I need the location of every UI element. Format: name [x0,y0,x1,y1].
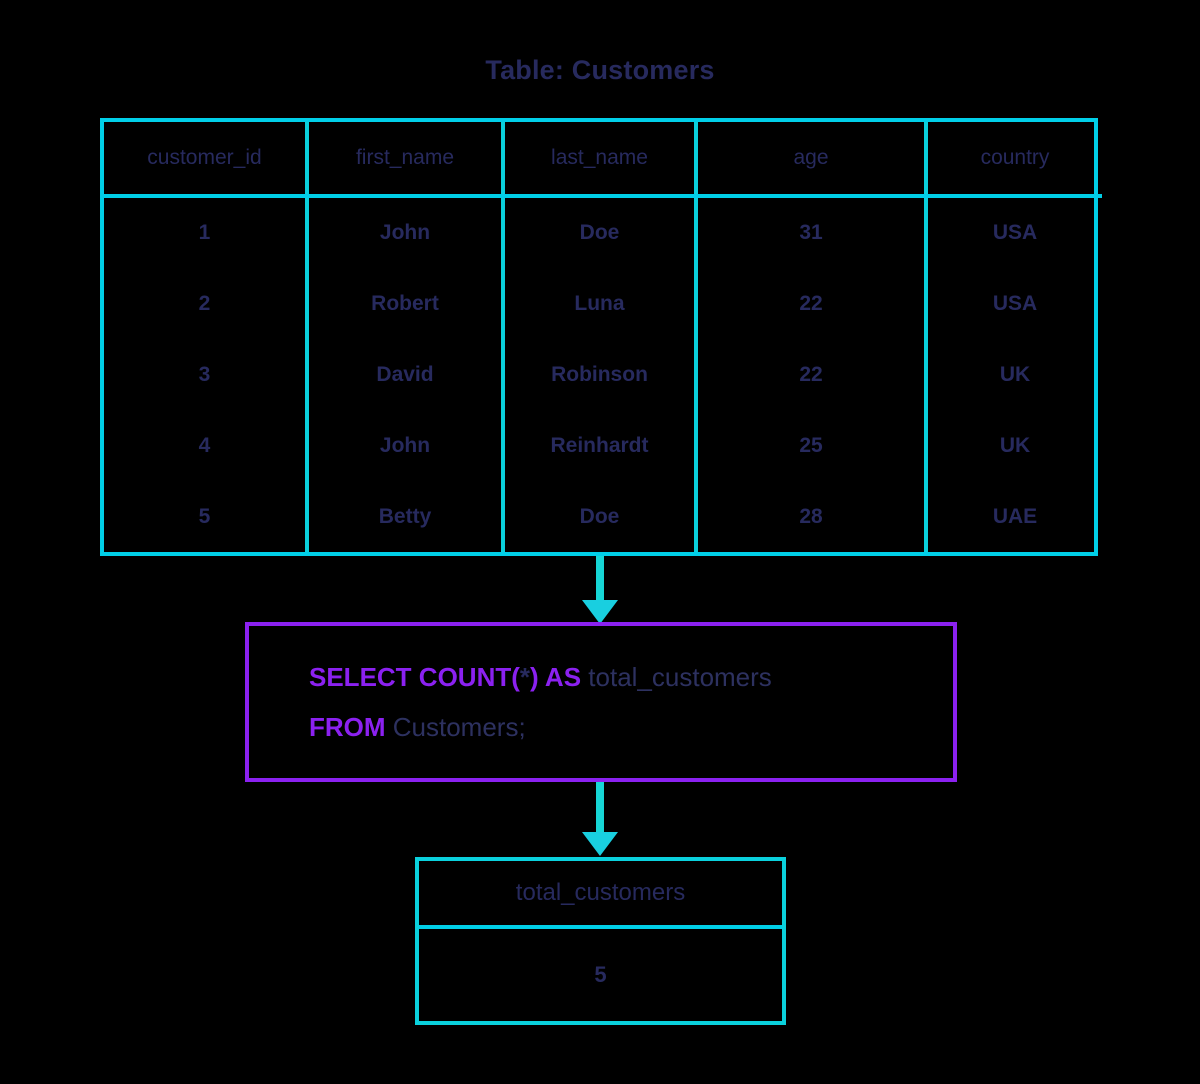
cell-last-name: Reinhardt [503,410,698,482]
column-header-last-name: last_name [503,122,698,198]
table-row: 2 Robert Luna 22 USA [104,268,1102,340]
page-title: Table: Customers [485,55,715,85]
cell-first-name: John [307,410,505,482]
query-result-table: total_customers 5 [419,861,782,1021]
cell-age: 25 [696,410,928,482]
cell-customer-id: 4 [104,410,309,482]
column-header-age: age [696,122,928,198]
result-table: total_customers 5 [415,857,786,1025]
sql-line-2: FROM Customers; [309,702,953,752]
column-header-first-name: first_name [307,122,505,198]
cell-last-name: Doe [503,196,698,269]
cell-country: USA [992,221,1038,245]
cell-customer-id: 5 [104,481,309,552]
result-header-row: total_customers [419,861,782,929]
sql-table-customers: Customers; [392,712,526,742]
table-row: 5 Betty Doe 28 UAE [104,481,1102,552]
customers-table: customer_id first_name last_name age cou… [104,122,1102,552]
sql-keyword-as: ) AS [530,662,589,692]
source-table: customer_id first_name last_name age cou… [100,118,1102,556]
cell-first-name: Betty [307,481,505,552]
sql-keyword-select-count: SELECT COUNT( [309,662,520,692]
table-header-row: customer_id first_name last_name age cou… [104,122,1102,198]
cell-last-name: Robinson [503,339,698,411]
cell-age: 31 [696,196,928,269]
cell-customer-id: 3 [104,339,309,411]
cell-first-name: David [307,339,505,411]
result-cell-total-customers: 5 [594,962,607,987]
table-row: 4 John Reinhardt 25 UK [104,410,1102,482]
table-row: 3 David Robinson 22 UK [104,339,1102,411]
sql-keyword-from: FROM [309,712,393,742]
arrow-shaft [596,556,604,602]
arrow-down-icon [580,782,620,857]
arrow-head [582,600,618,624]
cell-country: UK [999,363,1031,386]
arrow-shaft [596,782,604,834]
cell-last-name: Luna [503,268,698,340]
cell-first-name: John [307,196,505,269]
cell-age: 28 [696,481,928,552]
arrow-down-icon [580,556,620,624]
cell-customer-id: 1 [104,196,309,269]
cell-country: USA [992,292,1038,316]
column-header-country: country [926,122,1102,198]
result-column-header-total-customers: total_customers [419,861,782,929]
cell-age: 22 [696,268,928,340]
table-row: 1 John Doe 31 USA [104,196,1102,269]
cell-age: 22 [696,339,928,411]
arrow-head [582,832,618,856]
cell-country: UK [999,433,1031,457]
sql-star-token: * [519,662,531,692]
cell-customer-id: 2 [104,268,309,340]
sql-query-box: SELECT COUNT(*) AS total_customers FROM … [245,622,957,782]
result-row: 5 [419,927,782,1021]
sql-line-1: SELECT COUNT(*) AS total_customers [309,652,953,702]
cell-first-name: Robert [307,268,505,340]
cell-country: UAE [992,504,1038,528]
cell-last-name: Doe [503,481,698,552]
column-header-customer-id: customer_id [104,122,309,198]
sql-alias-total-customers: total_customers [588,662,772,692]
